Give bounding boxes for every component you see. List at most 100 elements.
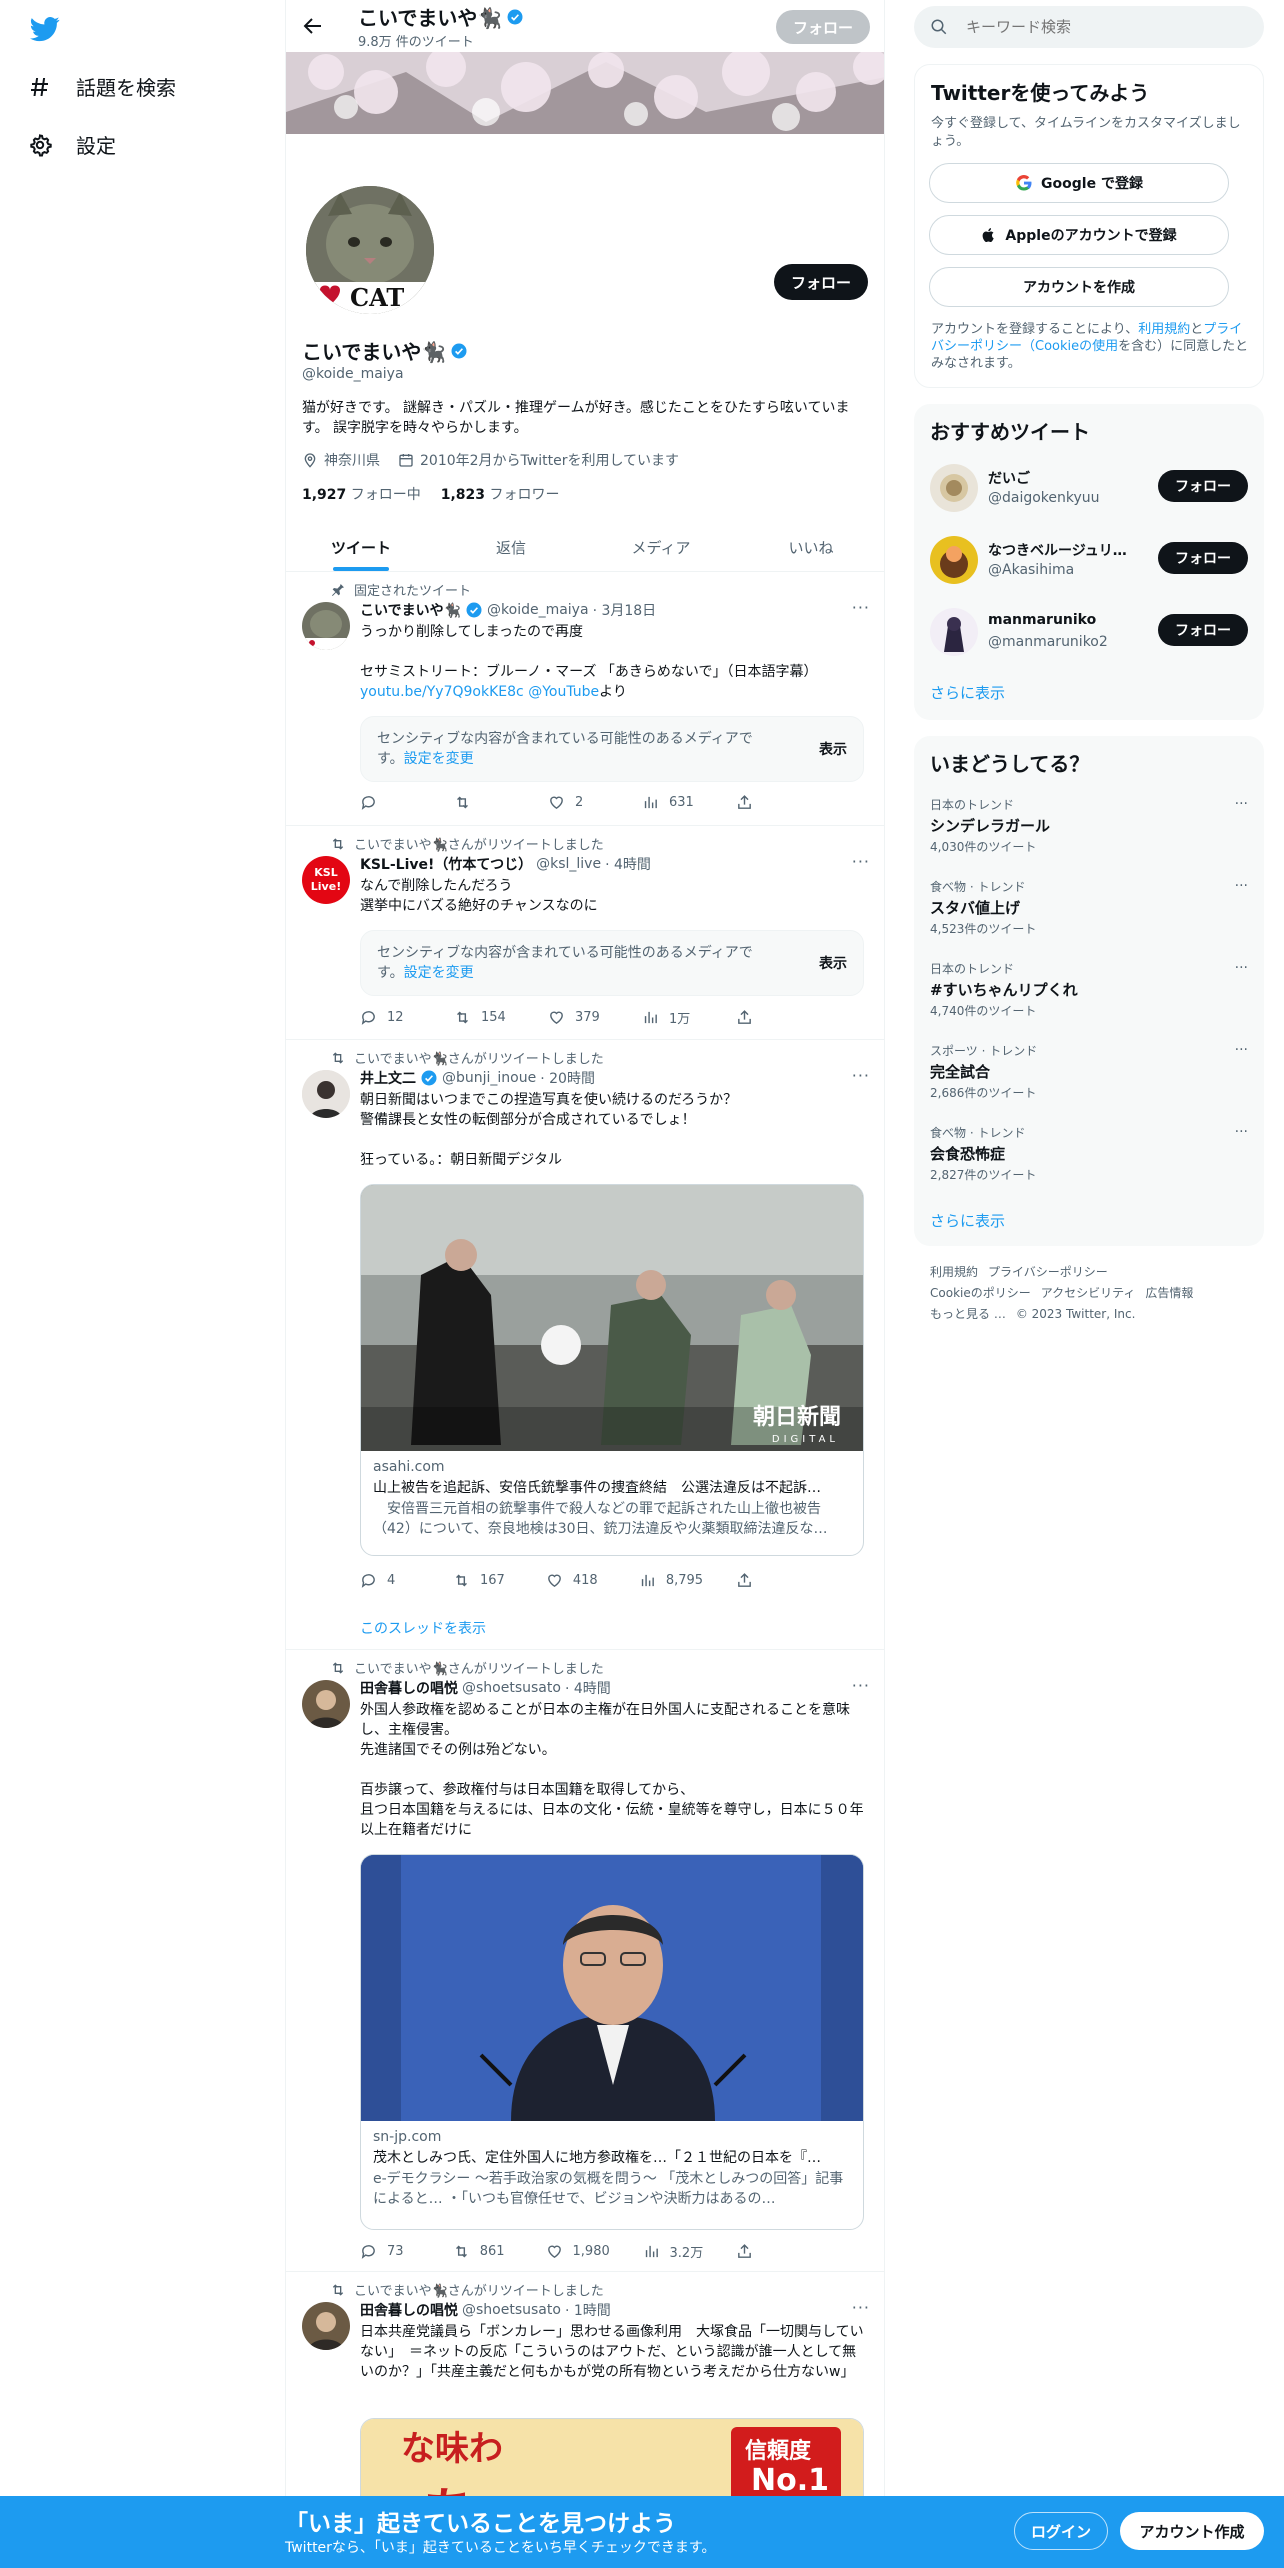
trend-item[interactable]: 日本のトレンド #すいちゃんリプくれ 4,740件のツイート ··· — [930, 960, 1248, 1038]
tweet-time[interactable]: · 20時間 — [540, 1068, 595, 1088]
tweet-time[interactable]: · 4時間 — [605, 854, 651, 874]
more-options-icon[interactable]: ··· — [852, 598, 870, 617]
share-button[interactable] — [736, 1572, 796, 1589]
recommend-avatar[interactable] — [930, 536, 978, 584]
more-options-icon[interactable]: ··· — [1235, 796, 1248, 812]
recommend-avatar[interactable] — [930, 608, 978, 656]
retweet-button[interactable]: 167 — [453, 1572, 513, 1589]
tweet-author-name[interactable]: こいでまいや🐈‍⬛ — [360, 600, 461, 620]
trend-item[interactable]: スポーツ · トレンド 完全試合 2,686件のツイート ··· — [930, 1042, 1248, 1120]
reply-button[interactable] — [360, 794, 420, 811]
show-media-button[interactable]: 表示 — [819, 953, 847, 973]
more-options-icon[interactable]: ··· — [1235, 1124, 1248, 1140]
reply-button[interactable]: 12 — [360, 1008, 420, 1027]
tweet-author-handle[interactable]: @koide_maiya — [487, 602, 589, 618]
tweet-link-youtube[interactable]: youtu.be/Yy7Q9okKE8c — [360, 684, 524, 700]
tab-likes[interactable]: いいね — [736, 524, 884, 571]
show-thread-link[interactable]: このスレッドを表示 — [360, 1618, 486, 1638]
tweet-time[interactable]: · 3月18日 — [593, 600, 657, 620]
share-button[interactable] — [736, 794, 796, 811]
reply-button[interactable]: 73 — [360, 2242, 420, 2261]
trend-item[interactable]: 日本のトレンド シンデレラガール 4,030件のツイート ··· — [930, 796, 1248, 874]
tweet-author-handle[interactable]: @ksl_live — [536, 856, 601, 872]
tweet-author-handle[interactable]: @shoetsusato — [462, 2302, 561, 2318]
tweet-author-name[interactable]: 井上文二 — [360, 1068, 416, 1088]
retweet-button[interactable]: 154 — [454, 1008, 514, 1027]
tweet-pinned[interactable]: 固定されたツイート こいでまいや🐈‍⬛ @koide_maiya · 3月18日… — [286, 572, 884, 826]
profile-banner[interactable] — [286, 52, 884, 134]
share-button[interactable] — [736, 1008, 796, 1027]
footer-more[interactable]: もっと見る … — [930, 1307, 1006, 1321]
more-options-icon[interactable]: ··· — [1235, 960, 1248, 976]
trend-item[interactable]: 食べ物 · トレンド 会食恐怖症 2,827件のツイート ··· — [930, 1124, 1248, 1202]
tweet-author-name[interactable]: 田舎暮しの唱悦 — [360, 1678, 458, 1698]
tweet-author-handle[interactable]: @bunji_inoue — [442, 1070, 536, 1086]
like-button[interactable]: 379 — [548, 1008, 608, 1027]
tweet-avatar[interactable]: KSL Live! — [302, 856, 350, 904]
tweet-author-handle[interactable]: @shoetsusato — [462, 1680, 561, 1696]
recommend-user[interactable]: なつきベルージュリ… @Akasihima フォロー — [930, 532, 1248, 588]
more-options-icon[interactable]: ··· — [852, 1066, 870, 1085]
google-signup-button[interactable]: Google で登録 — [929, 163, 1229, 203]
apple-signup-button[interactable]: Appleのアカウントで登録 — [929, 215, 1229, 255]
more-options-icon[interactable]: ··· — [852, 2298, 870, 2317]
link-card[interactable]: sn-jp.com 茂木としみつ氏、定住外国人に地方参政権を…「２１世紀の日本を… — [360, 1854, 864, 2230]
recommend-avatar[interactable] — [930, 464, 978, 512]
tweet-time[interactable]: · 4時間 — [565, 1678, 611, 1698]
recommend-user[interactable]: manmaruniko @manmaruniko2 フォロー — [930, 604, 1248, 660]
search-box[interactable] — [914, 6, 1264, 48]
tweet-link-mention[interactable]: @YouTube — [528, 684, 599, 700]
footer-cookie[interactable]: Cookieのポリシー — [930, 1286, 1031, 1300]
tweet-retweet-ksl[interactable]: こいでまいや🐈‍⬛さんがリツイートしました KSL Live! KSL-Live… — [286, 826, 884, 1040]
footer-accessibility[interactable]: アクセシビリティ — [1041, 1286, 1136, 1300]
search-input[interactable] — [966, 18, 1226, 36]
tweet-author-name[interactable]: 田舎暮しの唱悦 — [360, 2300, 458, 2320]
more-options-icon[interactable]: ··· — [1235, 878, 1248, 894]
tweet-author-name[interactable]: KSL-Live!（竹本てつじ） — [360, 854, 532, 874]
back-arrow-icon[interactable] — [300, 14, 324, 38]
tab-tweets[interactable]: ツイート — [286, 524, 436, 571]
like-button[interactable]: 1,980 — [546, 2242, 610, 2261]
share-button[interactable] — [736, 2242, 796, 2261]
header-follow-button[interactable]: フォロー — [776, 10, 870, 44]
follow-button[interactable]: フォロー — [774, 264, 868, 300]
footer-terms[interactable]: 利用規約 — [930, 1265, 978, 1279]
recommend-user[interactable]: だいご @daigokenkyuu フォロー — [930, 460, 1248, 516]
followers-link[interactable]: 1,823 フォロワー — [441, 484, 560, 504]
show-media-button[interactable]: 表示 — [819, 739, 847, 759]
retweet-button[interactable]: 861 — [453, 2242, 513, 2261]
nav-settings[interactable]: 設定 — [28, 130, 116, 159]
more-options-icon[interactable]: ··· — [852, 1676, 870, 1695]
more-options-icon[interactable]: ··· — [1235, 1042, 1248, 1058]
link-card[interactable]: 朝日新聞 DIGITAL asahi.com 山上被告を追起訴、安倍氏銃撃事件の… — [360, 1184, 864, 1556]
recommend-more-link[interactable]: さらに表示 — [930, 682, 1005, 703]
views-button[interactable]: 631 — [642, 794, 702, 811]
tweet-avatar[interactable] — [302, 1680, 350, 1728]
following-link[interactable]: 1,927 フォロー中 — [302, 484, 421, 504]
change-settings-link[interactable]: 設定を変更 — [404, 965, 474, 981]
like-button[interactable]: 2 — [548, 794, 608, 811]
tab-media[interactable]: メディア — [586, 524, 736, 571]
trend-item[interactable]: 食べ物 · トレンド スタバ値上げ 4,523件のツイート ··· — [930, 878, 1248, 956]
recommend-follow-button[interactable]: フォロー — [1158, 614, 1248, 646]
views-button[interactable]: 1万 — [642, 1008, 702, 1027]
views-button[interactable]: 3.2万 — [643, 2242, 703, 2261]
terms-link[interactable]: 利用規約 — [1138, 322, 1190, 337]
change-settings-link[interactable]: 設定を変更 — [404, 751, 474, 767]
recommend-follow-button[interactable]: フォロー — [1158, 542, 1248, 574]
like-button[interactable]: 418 — [546, 1572, 606, 1589]
recommend-follow-button[interactable]: フォロー — [1158, 470, 1248, 502]
tweet-avatar[interactable] — [302, 2302, 350, 2350]
twitter-logo-icon[interactable] — [28, 14, 62, 44]
signup-button[interactable]: アカウント作成 — [1120, 2512, 1264, 2550]
nav-explore[interactable]: 話題を検索 — [28, 72, 176, 101]
reply-button[interactable]: 4 — [360, 1572, 420, 1589]
tab-replies[interactable]: 返信 — [436, 524, 586, 571]
profile-avatar[interactable]: CAT — [302, 182, 438, 318]
tweet-avatar[interactable] — [302, 602, 350, 650]
tweet-time[interactable]: · 1時間 — [565, 2300, 611, 2320]
tweet-retweet-inoue[interactable]: こいでまいや🐈‍⬛さんがリツイートしました 井上文二 @bunji_inoue … — [286, 1040, 884, 1650]
footer-privacy[interactable]: プライバシーポリシー — [988, 1265, 1108, 1279]
footer-ads[interactable]: 広告情報 — [1145, 1286, 1193, 1300]
retweet-button[interactable] — [454, 794, 514, 811]
